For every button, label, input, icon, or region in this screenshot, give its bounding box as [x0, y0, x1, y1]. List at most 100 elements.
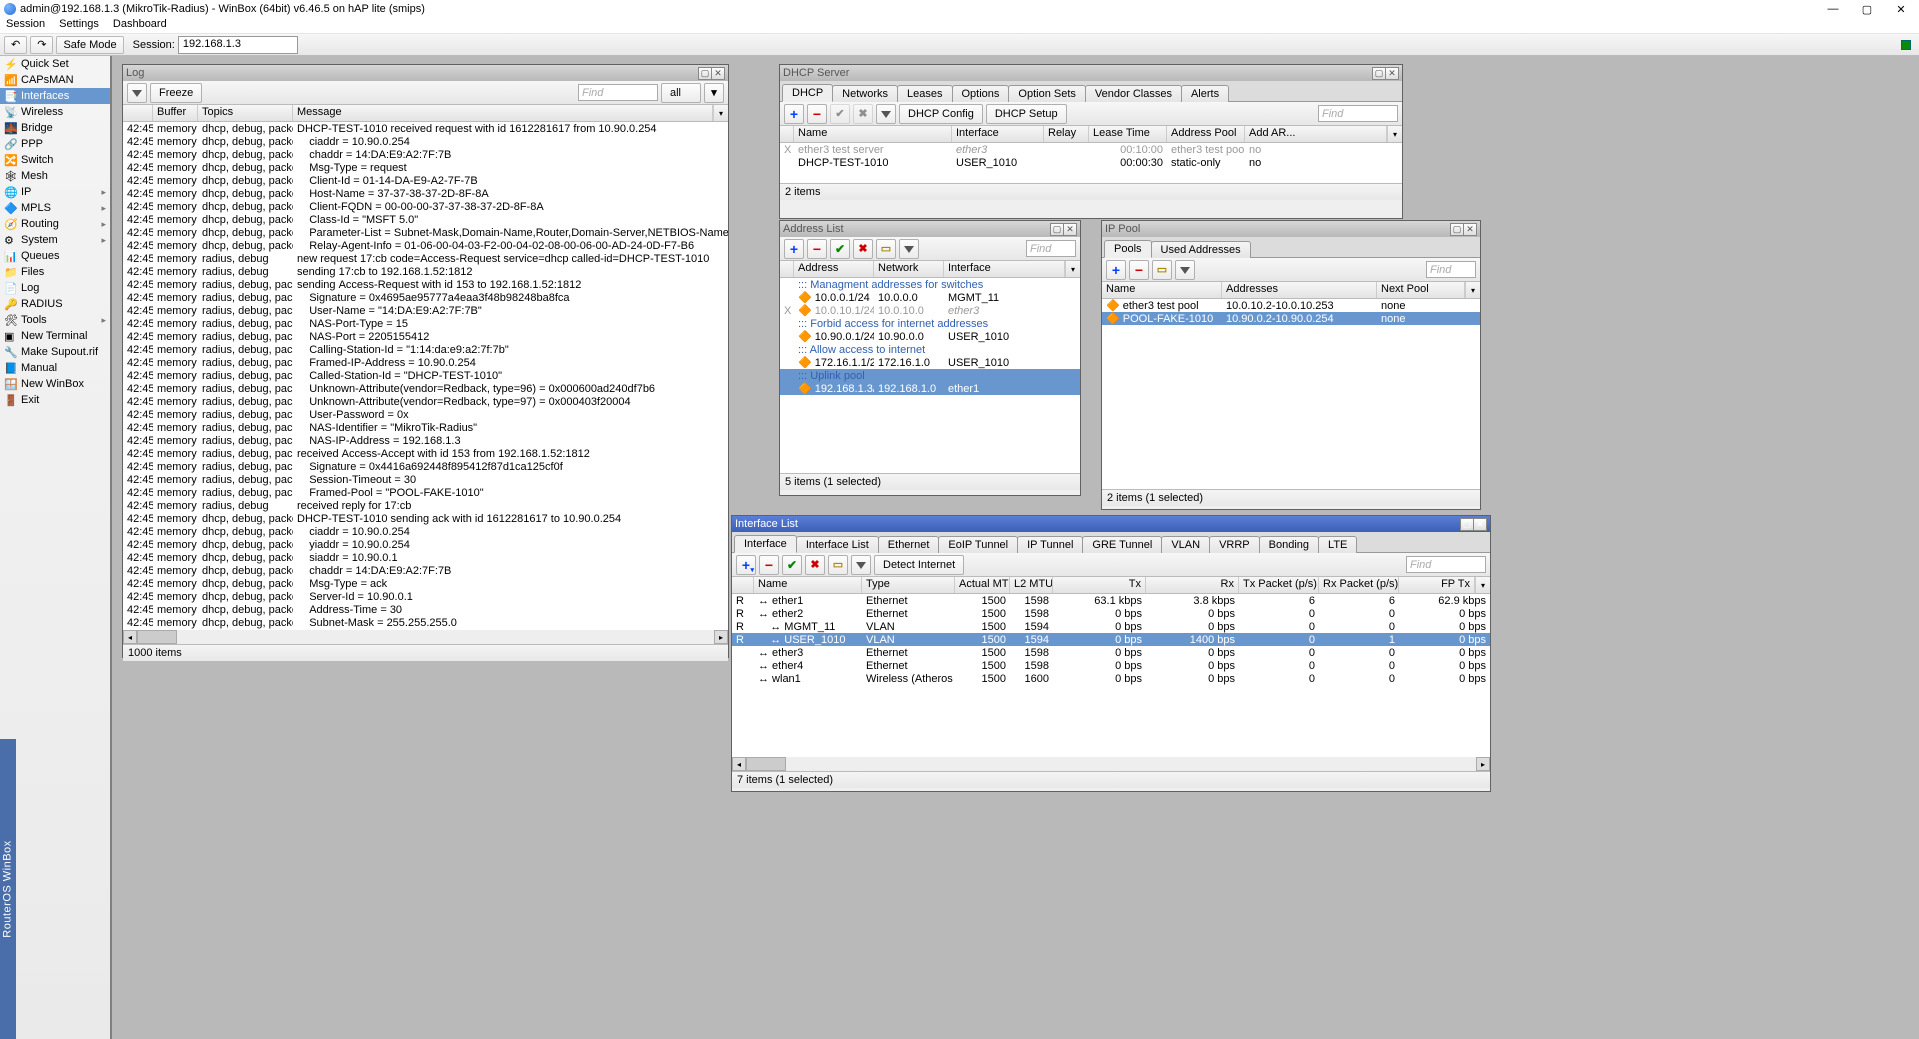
log-row[interactable]: 42:45memoryradius, debug, packet Unknown… — [123, 395, 728, 408]
log-row[interactable]: 42:45memoryradius, debug, packet User-Na… — [123, 304, 728, 317]
enable-button[interactable]: ✔ — [830, 239, 850, 259]
tab-pools[interactable]: Pools — [1104, 240, 1152, 258]
log-row[interactable]: 42:45memoryradius, debug, packet Signatu… — [123, 460, 728, 473]
enable-button[interactable]: ✔ — [782, 555, 802, 575]
disable-button[interactable]: ✖ — [805, 555, 825, 575]
remove-button[interactable]: − — [807, 239, 827, 259]
addr-row[interactable]: ::: Uplink pool — [780, 369, 1080, 382]
sidebar-item-quick-set[interactable]: ⚡Quick Set — [0, 56, 110, 72]
log-row[interactable]: 42:45memoryradius, debug, packetreceived… — [123, 447, 728, 460]
menu-dashboard[interactable]: Dashboard — [113, 18, 167, 33]
log-row[interactable]: 42:45memorydhcp, debug, packet Msg-Type … — [123, 161, 728, 174]
filter-icon[interactable] — [127, 83, 147, 103]
log-row[interactable]: 42:45memorydhcp, debug, packet Parameter… — [123, 226, 728, 239]
tab-eoip-tunnel[interactable]: EoIP Tunnel — [938, 536, 1018, 553]
sidebar-item-bridge[interactable]: 🌉Bridge — [0, 120, 110, 136]
sidebar-item-wireless[interactable]: 📡Wireless — [0, 104, 110, 120]
log-row[interactable]: 42:45memoryradius, debug, packet Framed-… — [123, 356, 728, 369]
addr-row[interactable]: 🔶 10.90.0.1/2410.90.0.0USER_1010 — [780, 330, 1080, 343]
iface-find-input[interactable]: Find — [1406, 556, 1486, 573]
log-row[interactable]: 42:45memoryradius, debug, packet NAS-Ide… — [123, 421, 728, 434]
log-row[interactable]: 42:45memoryradius, debugnew request 17:c… — [123, 252, 728, 265]
tab-ip-tunnel[interactable]: IP Tunnel — [1017, 536, 1083, 553]
sidebar-item-switch[interactable]: 🔀Switch — [0, 152, 110, 168]
dhcp-config-button[interactable]: DHCP Config — [899, 104, 983, 124]
log-col-dropdown[interactable]: ▾ — [713, 105, 728, 121]
sidebar-item-ppp[interactable]: 🔗PPP — [0, 136, 110, 152]
safe-mode-button[interactable]: Safe Mode — [56, 36, 123, 54]
log-row[interactable]: 42:45memoryradius, debug, packet NAS-Por… — [123, 330, 728, 343]
ippool-row[interactable]: 🔶 ether3 test pool10.0.10.2-10.0.10.253n… — [1102, 299, 1480, 312]
addr-row[interactable]: ::: Forbid access for internet addresses — [780, 317, 1080, 330]
comment-button[interactable]: ▭ — [1152, 260, 1172, 280]
log-filter-select[interactable]: all — [661, 83, 701, 103]
iface-row[interactable]: ↔ wlan1Wireless (Atheros AR9...150016000… — [732, 672, 1490, 685]
log-row[interactable]: 42:45memorydhcp, debug, packet Client-FQ… — [123, 200, 728, 213]
log-filter-dropdown[interactable]: ▾ — [704, 83, 724, 103]
add-button[interactable]: + — [784, 239, 804, 259]
log-row[interactable]: 42:45memoryradius, debug, packet Session… — [123, 473, 728, 486]
tab-ethernet[interactable]: Ethernet — [878, 536, 940, 553]
log-row[interactable]: 42:45memorydhcp, debug, packet siaddr = … — [123, 551, 728, 564]
iface-row[interactable]: R↔ ether2Ethernet150015980 bps0 bps000 b… — [732, 607, 1490, 620]
tab-lte[interactable]: LTE — [1318, 536, 1357, 553]
disable-button[interactable]: ✖ — [853, 239, 873, 259]
log-row[interactable]: 42:45memorydhcp, debug, packetDHCP-TEST-… — [123, 122, 728, 135]
iface-row[interactable]: R ↔ MGMT_11VLAN150015940 bps0 bps000 bps — [732, 620, 1490, 633]
tab-gre-tunnel[interactable]: GRE Tunnel — [1082, 536, 1162, 553]
ippool-grid[interactable]: 🔶 ether3 test pool10.0.10.2-10.0.10.253n… — [1102, 299, 1480, 489]
log-row[interactable]: 42:45memorydhcp, debug, packet ciaddr = … — [123, 135, 728, 148]
log-row[interactable]: 42:45memorydhcp, debug, packet Host-Name… — [123, 187, 728, 200]
log-row[interactable]: 42:45memoryradius, debugsending 17:cb to… — [123, 265, 728, 278]
undo-button[interactable]: ↶ — [4, 36, 27, 54]
iface-grid[interactable]: R↔ ether1Ethernet1500159863.1 kbps3.8 kb… — [732, 594, 1490, 757]
log-row[interactable]: 42:45memoryradius, debug, packet Calling… — [123, 343, 728, 356]
iface-row[interactable]: R↔ ether1Ethernet1500159863.1 kbps3.8 kb… — [732, 594, 1490, 607]
sidebar-item-interfaces[interactable]: 📑Interfaces — [0, 88, 110, 104]
log-close-button[interactable]: ✕ — [711, 67, 725, 80]
addr-row[interactable]: 🔶 172.16.1.1/24172.16.1.0USER_1010 — [780, 356, 1080, 369]
tab-option-sets[interactable]: Option Sets — [1008, 85, 1085, 102]
sidebar-item-ip[interactable]: 🌐IP▸ — [0, 184, 110, 200]
log-hscroll[interactable]: ◂▸ — [123, 630, 728, 644]
sidebar-item-mesh[interactable]: 🕸Mesh — [0, 168, 110, 184]
add-button[interactable]: + — [784, 104, 804, 124]
maximize-button[interactable]: ▢ — [1859, 3, 1875, 16]
iface-row[interactable]: R ↔ USER_1010VLAN150015940 bps1400 bps01… — [732, 633, 1490, 646]
log-row[interactable]: 42:45memoryradius, debugreceived reply f… — [123, 499, 728, 512]
remove-button[interactable]: − — [1129, 260, 1149, 280]
tab-vrrp[interactable]: VRRP — [1209, 536, 1260, 553]
log-row[interactable]: 42:45memorydhcp, debug, packet yiaddr = … — [123, 538, 728, 551]
redo-button[interactable]: ↷ — [30, 36, 53, 54]
log-row[interactable]: 42:45memorydhcp, debug, packet chaddr = … — [123, 148, 728, 161]
log-row[interactable]: 42:45memorydhcp, debug, packet Subnet-Ma… — [123, 616, 728, 629]
tab-interface-list[interactable]: Interface List — [796, 536, 879, 553]
log-row[interactable]: 42:45memorydhcp, debug, packetDHCP-TEST-… — [123, 512, 728, 525]
addr-row[interactable]: 🔶 10.0.0.1/2410.0.0.0MGMT_11 — [780, 291, 1080, 304]
log-row[interactable]: 42:45memorydhcp, debug, packet Client-Id… — [123, 174, 728, 187]
dhcp-row[interactable]: Xether3 test serverether300:10:00ether3 … — [780, 143, 1402, 156]
sidebar-item-new-terminal[interactable]: ▣New Terminal — [0, 328, 110, 344]
addr-find-input[interactable]: Find — [1026, 240, 1076, 257]
iface-row[interactable]: ↔ ether3Ethernet150015980 bps0 bps000 bp… — [732, 646, 1490, 659]
add-button[interactable]: +▾ — [736, 555, 756, 575]
addr-row[interactable]: ::: Managment addresses for switches — [780, 278, 1080, 291]
sidebar-item-capsman[interactable]: 📶CAPsMAN — [0, 72, 110, 88]
log-row[interactable]: 42:45memorydhcp, debug, packet Address-T… — [123, 603, 728, 616]
sidebar-item-manual[interactable]: 📘Manual — [0, 360, 110, 376]
log-row[interactable]: 42:45memorydhcp, debug, packet Class-Id … — [123, 213, 728, 226]
filter-icon[interactable] — [1175, 260, 1195, 280]
log-max-button[interactable]: ▢ — [698, 67, 712, 80]
filter-icon[interactable] — [851, 555, 871, 575]
log-find-input[interactable]: Find — [578, 84, 658, 101]
log-row[interactable]: 42:45memoryradius, debug, packet Framed-… — [123, 486, 728, 499]
filter-icon[interactable] — [899, 239, 919, 259]
tab-leases[interactable]: Leases — [897, 85, 952, 102]
log-row[interactable]: 42:45memoryradius, debug, packet User-Pa… — [123, 408, 728, 421]
log-row[interactable]: 42:45memoryradius, debug, packet Called-… — [123, 369, 728, 382]
tab-used-addresses[interactable]: Used Addresses — [1151, 241, 1251, 258]
iface-row[interactable]: ↔ ether4Ethernet150015980 bps0 bps000 bp… — [732, 659, 1490, 672]
tab-vlan[interactable]: VLAN — [1161, 536, 1210, 553]
sidebar-item-tools[interactable]: 🛠Tools▸ — [0, 312, 110, 328]
ippool-row[interactable]: 🔶 POOL-FAKE-101010.90.0.2-10.90.0.254non… — [1102, 312, 1480, 325]
